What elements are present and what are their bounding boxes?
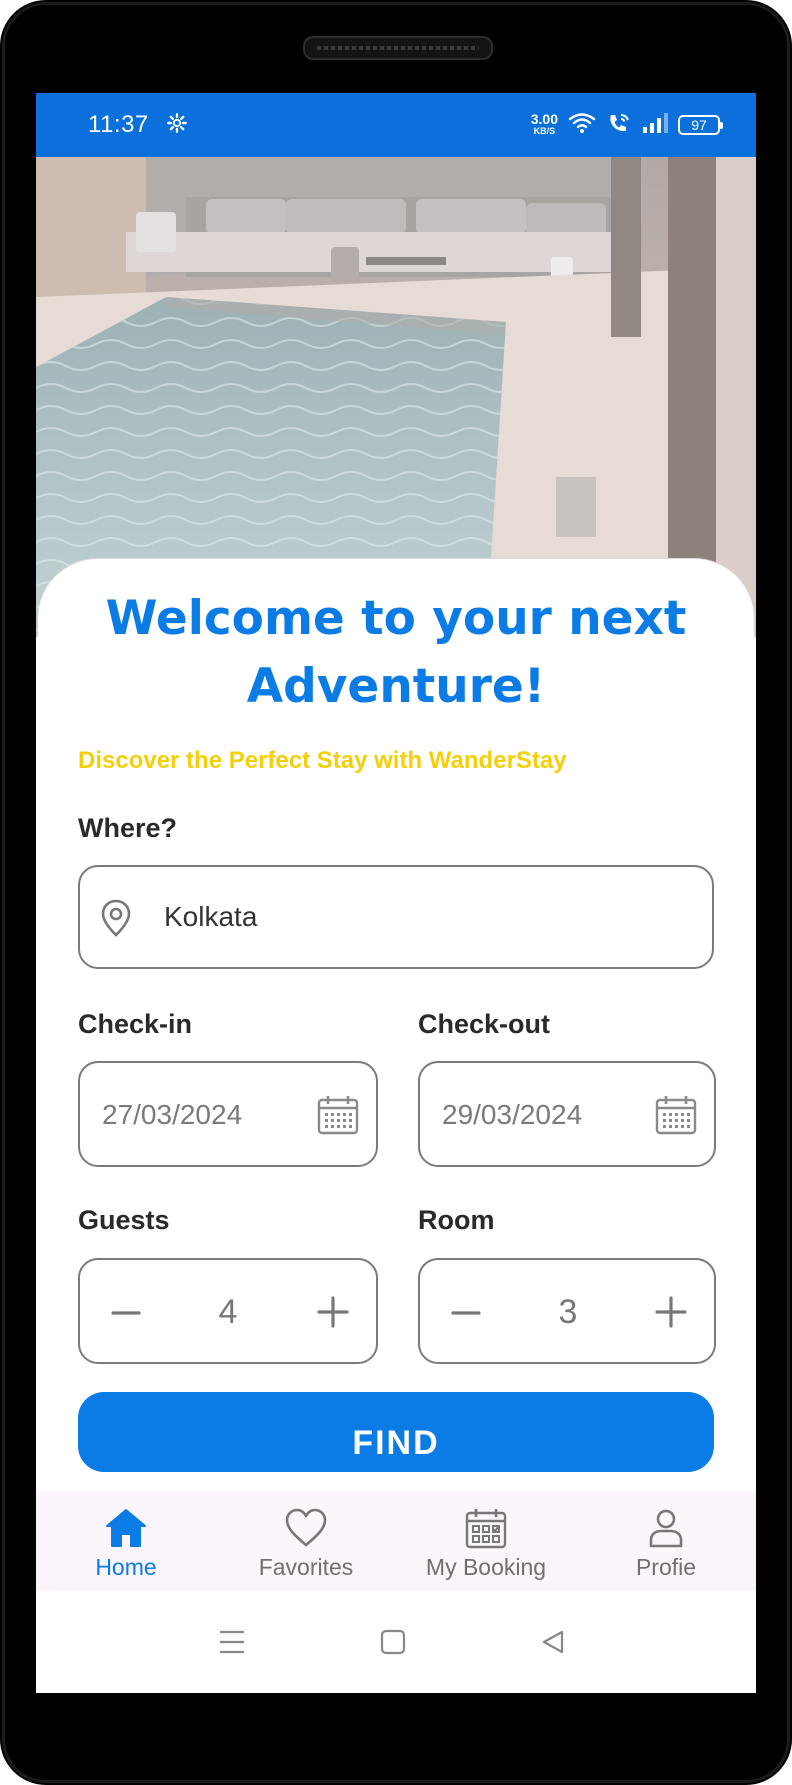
status-time: 11:37: [88, 111, 149, 138]
guests-stepper: 4: [78, 1258, 378, 1364]
nav-item-home[interactable]: Home: [36, 1491, 216, 1591]
signal-icon: [642, 112, 668, 138]
network-speed-value: 3.00: [530, 111, 558, 127]
wifi-call-icon: [606, 112, 632, 139]
wifi-icon: [568, 112, 596, 139]
minus-icon[interactable]: [450, 1297, 482, 1334]
location-pin-icon: [100, 899, 132, 942]
checkin-label: Check-in: [78, 1009, 193, 1039]
nav-label-home: Home: [95, 1554, 157, 1580]
app-screen: 11:37 3.00 KB/S 97 Welcome to your next …: [36, 93, 756, 1693]
checkout-input[interactable]: 29/03/2024: [418, 1061, 716, 1167]
room-value: 3: [558, 1293, 578, 1331]
battery-icon: 97: [678, 115, 723, 135]
recent-apps-icon[interactable]: [218, 1629, 246, 1660]
home-system-icon[interactable]: [380, 1629, 406, 1660]
plus-icon[interactable]: [654, 1295, 688, 1334]
minus-icon[interactable]: [110, 1297, 142, 1334]
where-value: Kolkata: [164, 901, 258, 932]
earpiece-speaker: [303, 36, 493, 60]
room-label: Room: [418, 1205, 495, 1235]
network-speed: 3.00 KB/S: [530, 111, 558, 137]
welcome-title-line2: Adventure!: [246, 659, 546, 714]
back-icon[interactable]: [540, 1629, 566, 1660]
where-input[interactable]: Kolkata: [78, 865, 714, 969]
user-icon: [644, 1507, 688, 1554]
checkout-value: 29/03/2024: [442, 1099, 583, 1130]
calendar-icon: [464, 1507, 508, 1554]
nav-item-my-booking[interactable]: My Booking: [396, 1491, 576, 1591]
speaker-grill: [317, 46, 479, 50]
where-label: Where?: [78, 813, 178, 843]
gear-icon: [166, 112, 188, 139]
heart-icon: [284, 1507, 328, 1554]
calendar-icon[interactable]: [316, 1093, 360, 1142]
welcome-title-line1: Welcome to your next: [105, 591, 687, 646]
plus-icon[interactable]: [316, 1295, 350, 1334]
checkin-input[interactable]: 27/03/2024: [78, 1061, 378, 1167]
welcome-subtitle: Discover the Perfect Stay with WanderSta…: [78, 747, 567, 774]
calendar-icon[interactable]: [654, 1093, 698, 1142]
status-icons: 3.00 KB/S 97: [530, 109, 723, 141]
welcome-title: Welcome to your next Adventure!: [38, 585, 754, 721]
nav-label-favorites: Favorites: [258, 1554, 354, 1580]
nav-label-my-booking: My Booking: [425, 1554, 547, 1580]
phone-frame: 11:37 3.00 KB/S 97 Welcome to your next …: [0, 0, 792, 1785]
nav-item-profile[interactable]: Profie: [576, 1491, 756, 1591]
home-icon: [104, 1507, 148, 1554]
system-navigation-bar: [36, 1591, 756, 1693]
search-card: Welcome to your next Adventure! Discover…: [38, 558, 754, 1589]
status-bar: 11:37 3.00 KB/S 97: [36, 93, 756, 157]
nav-item-favorites[interactable]: Favorites: [216, 1491, 396, 1591]
find-button[interactable]: FIND: [78, 1392, 714, 1472]
room-stepper: 3: [418, 1258, 716, 1364]
guests-value: 4: [218, 1293, 238, 1331]
network-speed-unit: KB/S: [533, 126, 556, 136]
nav-label-profile: Profie: [635, 1554, 697, 1580]
guests-label: Guests: [78, 1205, 170, 1235]
checkout-label: Check-out: [418, 1009, 551, 1039]
bottom-nav: Home Favorites My Booking Profie: [36, 1491, 756, 1591]
checkin-value: 27/03/2024: [102, 1099, 243, 1130]
